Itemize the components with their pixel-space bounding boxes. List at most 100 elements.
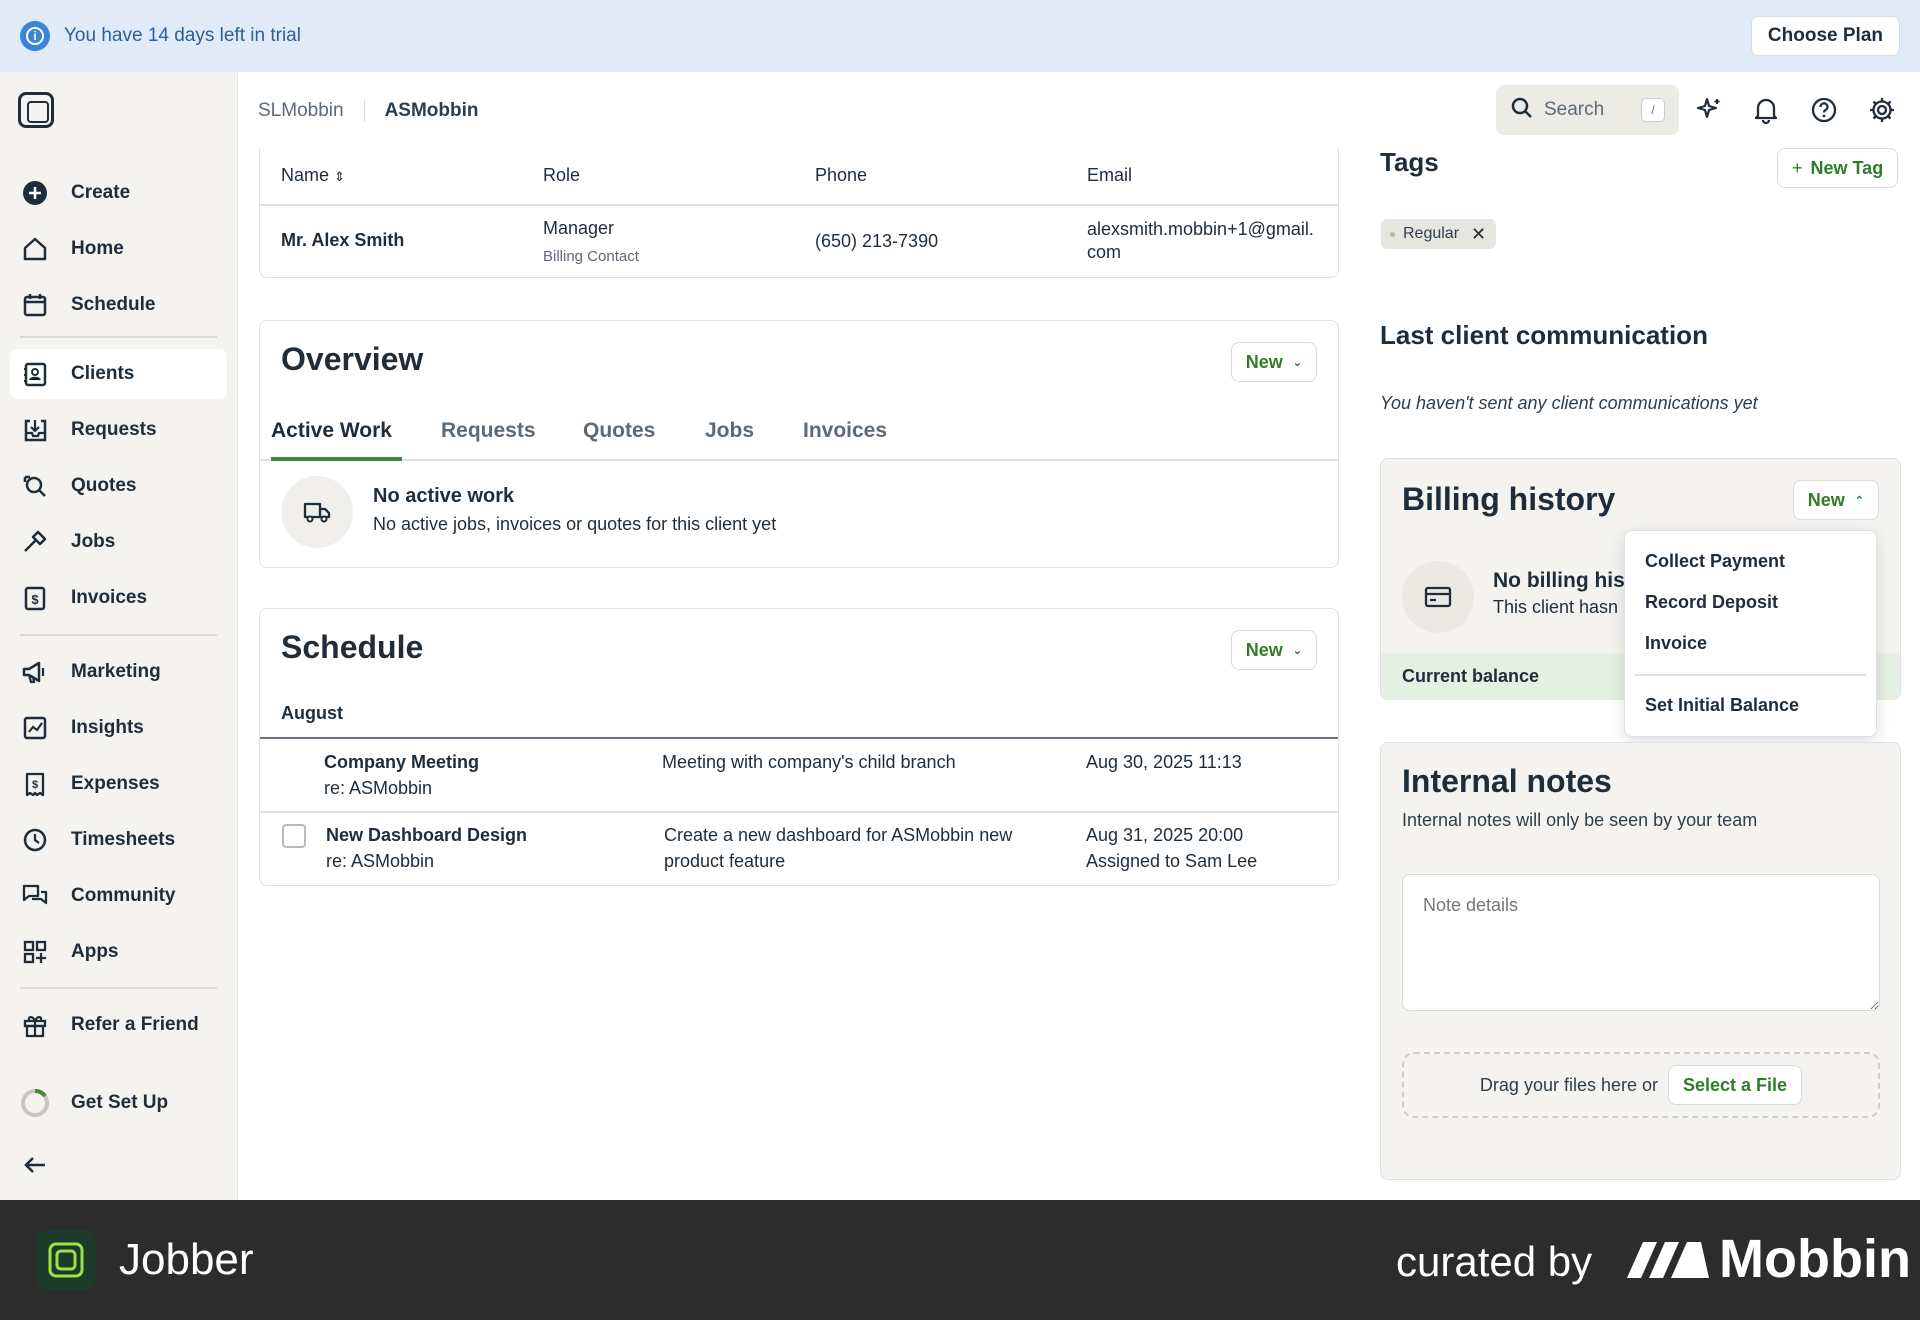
sidebar-item-label: Marketing [71, 661, 161, 682]
contact-email-line1[interactable]: alexsmith.mobbin+1@gmail. [1087, 219, 1314, 240]
sidebar-divider [20, 987, 217, 989]
table-divider [260, 204, 1338, 206]
new-tag-button[interactable]: + New Tag [1777, 148, 1899, 188]
event-title: New Dashboard Design [326, 825, 528, 845]
sidebar-item-requests[interactable]: Requests [10, 405, 227, 455]
sidebar-divider [20, 336, 217, 338]
search-icon [1510, 96, 1534, 125]
event-re: re: ASMobbin [326, 851, 435, 871]
select-file-button[interactable]: Select a File [1668, 1065, 1803, 1105]
schedule-new-button[interactable]: New ⌄ [1230, 630, 1317, 670]
tab-invoices[interactable]: Invoices [803, 419, 887, 461]
gift-icon [20, 1010, 50, 1040]
event-re: re: ASMobbin [324, 778, 433, 798]
internal-notes-card: Internal notes Internal notes will only … [1380, 742, 1901, 1180]
calendar-icon [20, 290, 50, 320]
sidebar-item-label: Apps [71, 941, 119, 962]
contact-phone[interactable]: (650) 213-7390 [815, 231, 938, 252]
hammer-icon [20, 527, 50, 557]
overview-new-button[interactable]: New ⌄ [1230, 342, 1317, 382]
sidebar-item-home[interactable]: Home [10, 224, 227, 274]
sidebar-item-label: Get Set Up [71, 1092, 169, 1113]
contact-email-line2[interactable]: com [1087, 242, 1121, 263]
sidebar-item-label: Jobs [71, 531, 116, 552]
notes-subtitle: Internal notes will only be seen by your… [1402, 810, 1758, 830]
footer-brand: Mobbin [1719, 1229, 1911, 1289]
sidebar-item-label: Quotes [71, 475, 137, 496]
overview-title: Overview [281, 341, 424, 377]
schedule-card: Schedule New ⌄ August Company Meeting re:… [259, 608, 1339, 886]
search-input[interactable]: Search / [1496, 85, 1679, 135]
sidebar-item-get-set-up[interactable]: Get Set Up [10, 1078, 227, 1128]
clients-icon [20, 359, 50, 389]
apps-grid-icon [20, 937, 50, 967]
home-icon [20, 234, 50, 264]
sidebar-item-community[interactable]: Community [10, 871, 227, 921]
receipt-icon: $ [20, 769, 50, 799]
svg-text:$: $ [31, 592, 39, 607]
sidebar-divider [20, 634, 217, 636]
sidebar-item-schedule[interactable]: Schedule [10, 280, 227, 330]
tab-quotes[interactable]: Quotes [583, 419, 655, 461]
tab-requests[interactable]: Requests [441, 419, 536, 461]
overview-tabs: Active Work Requests Quotes Jobs Invoice… [260, 411, 1338, 461]
sidebar-item-refer[interactable]: Refer a Friend [10, 1000, 227, 1050]
breadcrumb-item[interactable]: SLMobbin [258, 100, 365, 122]
tab-active-work[interactable]: Active Work [271, 419, 402, 461]
chevron-down-icon: ⌄ [1292, 644, 1302, 657]
column-header-name[interactable]: Name ⇕ [281, 165, 345, 186]
sidebar-item-insights[interactable]: Insights [10, 703, 227, 753]
breadcrumb-current: ASMobbin [384, 100, 479, 121]
sidebar-item-label: Refer a Friend [71, 1014, 199, 1035]
contact-role-sub: Billing Contact [543, 248, 639, 265]
task-checkbox[interactable] [282, 824, 306, 848]
event-assigned: Assigned to Sam Lee [1086, 851, 1258, 871]
sidebar-item-label: Home [71, 238, 124, 259]
jobber-logo-icon [36, 1230, 96, 1290]
choose-plan-button[interactable]: Choose Plan [1750, 16, 1900, 56]
sidebar-item-timesheets[interactable]: Timesheets [10, 815, 227, 865]
event-desc: Meeting with company's child branch [662, 752, 956, 772]
event-desc: Create a new dashboard for ASMobbin new [664, 825, 1013, 845]
row-divider [260, 811, 1338, 813]
menu-item-collect-payment[interactable]: Collect Payment [1645, 551, 1785, 572]
menu-item-invoice[interactable]: Invoice [1645, 633, 1707, 654]
search-placeholder: Search [1544, 99, 1605, 120]
sidebar-item-marketing[interactable]: Marketing [10, 647, 227, 697]
note-details-input[interactable] [1402, 874, 1880, 1011]
sidebar-item-jobs[interactable]: Jobs [10, 517, 227, 567]
empty-text: No active jobs, invoices or quotes for t… [373, 514, 777, 534]
gear-icon[interactable] [1866, 94, 1898, 126]
menu-item-record-deposit[interactable]: Record Deposit [1645, 592, 1778, 613]
card-icon [1402, 561, 1474, 633]
sidebar-item-quotes[interactable]: Quotes [10, 461, 227, 511]
sidebar-item-invoices[interactable]: $ Invoices [10, 573, 227, 623]
contact-name[interactable]: Mr. Alex Smith [281, 230, 404, 251]
chevron-down-icon: ⌄ [1292, 356, 1302, 369]
sidebar: Create Home Schedule Clients Requests Qu… [0, 72, 238, 1200]
file-dropzone[interactable]: Drag your files here or Select a File [1402, 1052, 1880, 1118]
event-title: Company Meeting [324, 752, 480, 772]
sidebar-item-expenses[interactable]: $ Expenses [10, 759, 227, 809]
footer-app-name: Jobber [119, 1235, 254, 1284]
event-when: Aug 31, 2025 20:00 [1086, 825, 1244, 845]
last-comm-title: Last client communication [1380, 320, 1708, 350]
help-icon[interactable] [1808, 94, 1840, 126]
tab-jobs[interactable]: Jobs [705, 419, 754, 461]
notes-title: Internal notes [1402, 763, 1612, 799]
close-icon[interactable]: ✕ [1471, 224, 1486, 245]
sidebar-item-create[interactable]: Create [10, 168, 227, 218]
mobbin-logo-icon [1627, 1238, 1709, 1287]
sparkles-icon[interactable] [1693, 94, 1725, 126]
contact-role: Manager [543, 218, 615, 238]
empty-title: No active work [373, 485, 515, 507]
column-header-role: Role [543, 165, 581, 185]
menu-item-set-initial-balance[interactable]: Set Initial Balance [1645, 695, 1799, 716]
sidebar-item-apps[interactable]: Apps [10, 927, 227, 977]
progress-ring-icon [20, 1088, 50, 1118]
last-comm-text: You haven't sent any client communicatio… [1380, 393, 1758, 413]
bell-icon[interactable] [1750, 94, 1782, 126]
app-logo-icon[interactable] [18, 92, 54, 128]
collapse-sidebar-button[interactable] [10, 1140, 227, 1190]
sidebar-item-clients[interactable]: Clients [10, 349, 227, 399]
